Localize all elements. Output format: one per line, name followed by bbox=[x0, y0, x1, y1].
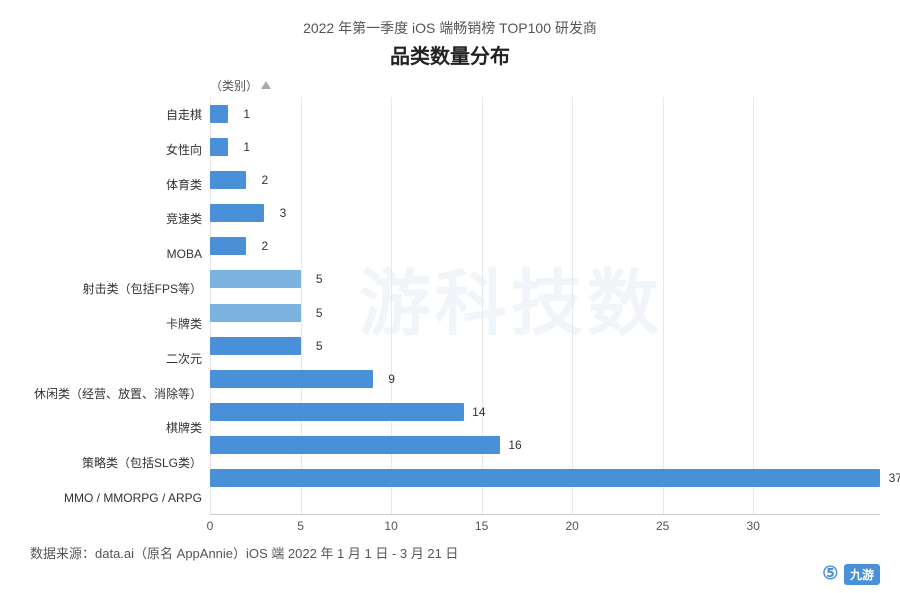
bar-row: 5 bbox=[210, 332, 880, 360]
bar: 16 bbox=[210, 436, 500, 454]
bar-value-label: 1 bbox=[243, 140, 250, 154]
bar-value-label: 16 bbox=[508, 438, 521, 452]
bar-row: 1 bbox=[210, 133, 880, 161]
x-axis-label: 0 bbox=[207, 519, 214, 533]
y-labels: 自走棋女性向体育类竞速类 MOBA 射击类（包括FPS等） 卡牌类二次元休闲类（经营、… bbox=[20, 77, 210, 517]
bar-row: 1 bbox=[210, 100, 880, 128]
chart-body: （类别） 1 1 2 3 2 5 5 5 9 14 16 37 bbox=[210, 77, 880, 517]
y-label: 卡牌类 bbox=[166, 309, 202, 337]
bar-row: 5 bbox=[210, 299, 880, 327]
bar: 37 bbox=[210, 469, 880, 487]
bar: 2 bbox=[210, 171, 246, 189]
y-label: MMO / MMORPG / ARPG bbox=[64, 484, 202, 512]
y-label: 体育类 bbox=[166, 170, 202, 198]
bar-row: 14 bbox=[210, 398, 880, 426]
bar-value-label: 2 bbox=[262, 239, 269, 253]
y-label: 竞速类 bbox=[166, 205, 202, 233]
bar: 1 bbox=[210, 138, 228, 156]
bar: 1 bbox=[210, 105, 228, 123]
bar-row: 3 bbox=[210, 199, 880, 227]
main-container: 游科技数 2022 年第一季度 iOS 端畅销榜 TOP100 研发商 品类数量… bbox=[0, 0, 900, 593]
x-axis-label: 5 bbox=[297, 519, 304, 533]
bar: 5 bbox=[210, 337, 301, 355]
x-axis-label: 15 bbox=[475, 519, 488, 533]
bars-container: 1 1 2 3 2 5 5 5 9 14 16 37 bbox=[210, 97, 880, 495]
bar-value-label: 5 bbox=[316, 272, 323, 286]
title-area: 2022 年第一季度 iOS 端畅销榜 TOP100 研发商 品类数量分布 bbox=[20, 18, 880, 69]
x-axis-label: 25 bbox=[656, 519, 669, 533]
bar: 5 bbox=[210, 304, 301, 322]
axis-title: （类别） bbox=[210, 77, 271, 94]
y-label: 策略类（包括SLG类） bbox=[82, 449, 202, 477]
logo-area: ⑤ 九游 bbox=[822, 563, 880, 585]
bar-row: 5 bbox=[210, 265, 880, 293]
bar-row: 9 bbox=[210, 365, 880, 393]
x-axis-label: 20 bbox=[565, 519, 578, 533]
y-label: 棋牌类 bbox=[166, 414, 202, 442]
chart-area: 自走棋女性向体育类竞速类 MOBA 射击类（包括FPS等） 卡牌类二次元休闲类（经营、… bbox=[20, 77, 880, 517]
axis-arrow-icon bbox=[261, 81, 271, 89]
bar-row: 2 bbox=[210, 232, 880, 260]
footer-text: 数据来源：data.ai（原名 AppAnnie）iOS 端 2022 年 1 … bbox=[30, 546, 458, 561]
bar: 5 bbox=[210, 270, 301, 288]
bar: 14 bbox=[210, 403, 464, 421]
bar-value-label: 5 bbox=[316, 306, 323, 320]
bar: 9 bbox=[210, 370, 373, 388]
bar-value-label: 37 bbox=[889, 471, 900, 485]
bar-value-label: 9 bbox=[388, 372, 395, 386]
logo-text: 九游 bbox=[844, 564, 880, 585]
x-axis-line bbox=[210, 514, 880, 515]
bar-value-label: 2 bbox=[262, 173, 269, 187]
axis-label: （类别） bbox=[210, 77, 258, 94]
y-label: MOBA bbox=[167, 240, 202, 268]
x-axis-label: 30 bbox=[747, 519, 760, 533]
y-label: 自走棋 bbox=[166, 100, 202, 128]
bar-row: 16 bbox=[210, 431, 880, 459]
bar-row: 37 bbox=[210, 464, 880, 492]
x-axis-label: 10 bbox=[384, 519, 397, 533]
logo-icon: ⑤ bbox=[822, 563, 838, 583]
bar-row: 2 bbox=[210, 166, 880, 194]
bar: 2 bbox=[210, 237, 246, 255]
footer: 数据来源：data.ai（原名 AppAnnie）iOS 端 2022 年 1 … bbox=[20, 543, 880, 562]
bar: 3 bbox=[210, 204, 264, 222]
y-label: 二次元 bbox=[166, 344, 202, 372]
bar-value-label: 1 bbox=[243, 107, 250, 121]
bar-value-label: 14 bbox=[472, 405, 485, 419]
y-label: 女性向 bbox=[166, 135, 202, 163]
bar-value-label: 5 bbox=[316, 339, 323, 353]
main-title: 品类数量分布 bbox=[20, 40, 880, 69]
y-label: 射击类（包括FPS等） bbox=[83, 275, 202, 303]
x-axis-labels: 0 5 10 15 20 25 30 bbox=[210, 519, 880, 537]
subtitle: 2022 年第一季度 iOS 端畅销榜 TOP100 研发商 bbox=[20, 18, 880, 38]
y-label: 休闲类（经营、放置、消除等） bbox=[34, 379, 202, 407]
bar-value-label: 3 bbox=[280, 206, 287, 220]
